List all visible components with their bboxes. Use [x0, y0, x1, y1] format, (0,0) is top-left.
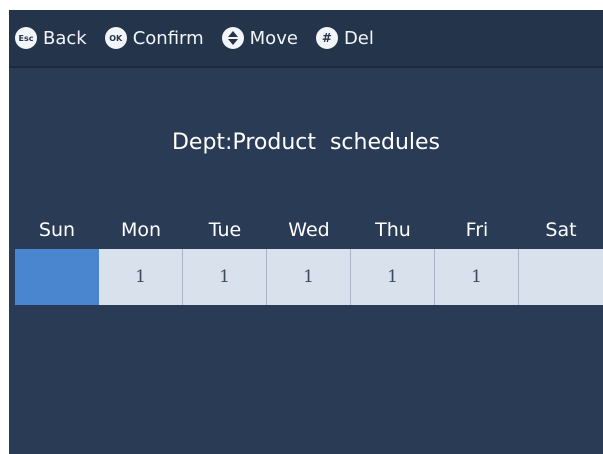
back-key-hint[interactable]: Esc Back [15, 27, 87, 49]
weekday-wed: Wed [288, 219, 330, 241]
delete-key-hint[interactable]: # Del [315, 27, 374, 49]
weekday-fri: Fri [465, 219, 489, 241]
ok-key-icon: OK [104, 27, 127, 49]
weekday-tue: Tue [208, 219, 242, 241]
key-hint-bar: Esc Back OK Confirm Move # Del [9, 10, 603, 68]
weekday-header-row: Sun Mon Tue Wed Thu Fri Sat [15, 213, 603, 247]
confirm-key-hint[interactable]: OK Confirm [104, 27, 204, 49]
esc-key-icon: Esc [15, 27, 37, 49]
updown-arrows-icon [227, 31, 238, 45]
hash-key-icon: # [315, 27, 338, 49]
schedule-cell-mon[interactable]: 1 [99, 249, 183, 305]
delete-label: Del [343, 27, 374, 49]
schedule-cell-sun[interactable] [15, 249, 99, 305]
schedule-cell-sat[interactable] [519, 249, 603, 305]
schedule-cell-thu[interactable]: 1 [351, 249, 435, 305]
schedule-row: 1 1 1 1 1 [15, 249, 603, 305]
schedule-cell-fri[interactable]: 1 [435, 249, 519, 305]
confirm-label: Confirm [132, 27, 204, 49]
back-label: Back [43, 27, 87, 49]
weekday-sun: Sun [38, 219, 76, 241]
weekday-thu: Thu [375, 219, 411, 241]
weekday-sat: Sat [545, 219, 577, 241]
move-label: Move [249, 27, 298, 49]
page-title: Dept:Product schedules [171, 130, 441, 155]
updown-key-icon [221, 27, 244, 49]
move-key-hint[interactable]: Move [221, 27, 298, 49]
schedule-cell-tue[interactable]: 1 [183, 249, 267, 305]
device-screen: Esc Back OK Confirm Move # Del Dept:Prod… [9, 10, 603, 454]
schedule-cell-wed[interactable]: 1 [267, 249, 351, 305]
weekday-mon: Mon [120, 219, 162, 241]
